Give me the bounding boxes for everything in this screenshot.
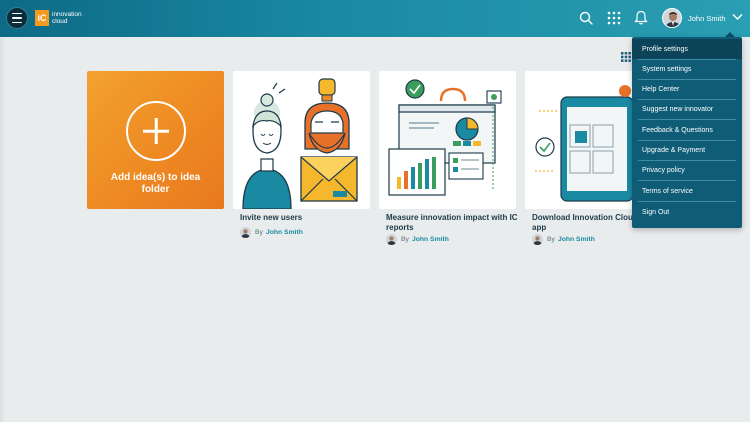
card-invite-users[interactable] [233,71,370,209]
plus-icon [126,101,186,161]
logo-text: innovation cloud [52,11,82,25]
menu-item-sign-out[interactable]: Sign Out [632,202,742,222]
by-label: By [547,236,555,243]
reports-illustration [388,79,502,196]
menu-icon-line [12,21,22,24]
logo-line2: cloud [52,18,68,25]
invite-users-illustration [242,78,358,209]
menu-item-help-center[interactable]: Help Center [632,79,742,99]
card-measure-impact[interactable] [379,71,516,209]
author-avatar-icon [386,234,397,245]
page-edge-shadow [0,37,6,422]
user-menu[interactable]: John Smith [662,8,726,28]
apps-grid-icon[interactable] [607,11,621,25]
logo-line1: innovation [52,11,82,18]
top-bar: iC innovation cloud John Smith [0,0,750,37]
logo-mark: iC [35,10,49,26]
author-avatar-icon [532,234,543,245]
by-label: By [255,229,263,236]
author-link[interactable]: John Smith [266,229,303,236]
card-byline: By John Smith [532,234,595,245]
menu-item-suggest-innovator[interactable]: Suggest new innovator [632,99,742,119]
menu-button[interactable] [6,7,28,29]
author-link[interactable]: John Smith [558,236,595,243]
card-byline: By John Smith [386,234,449,245]
by-label: By [401,236,409,243]
avatar [662,8,682,28]
avatar [386,234,397,245]
avatar [240,227,251,238]
app-logo[interactable]: iC innovation cloud [35,10,82,26]
menu-icon-line [12,17,22,19]
menu-item-feedback[interactable]: Feedback & Questions [632,120,742,140]
author-link[interactable]: John Smith [412,236,449,243]
menu-item-privacy-policy[interactable]: Privacy policy [632,160,742,180]
card-byline: By John Smith [240,227,303,238]
chevron-down-icon[interactable] [732,13,743,21]
search-icon[interactable] [579,11,593,25]
user-dropdown-menu: Profile settings System settings Help Ce… [632,32,742,228]
add-idea-card[interactable]: Add idea(s) to idea folder [87,71,224,209]
grid-view-icon[interactable] [621,52,631,62]
menu-item-upgrade-payment[interactable]: Upgrade & Payment [632,140,742,160]
card-title[interactable]: Invite new users [240,213,380,223]
card-title[interactable]: Measure innovation impact with IC report… [386,213,526,232]
user-name: John Smith [688,13,726,23]
menu-icon-line [12,12,22,15]
avatar-photo-icon [663,9,681,27]
bell-icon[interactable] [634,10,648,26]
author-avatar-icon [240,227,251,238]
menu-item-terms-of-service[interactable]: Terms of service [632,181,742,201]
menu-item-system-settings[interactable]: System settings [632,59,742,79]
add-idea-label: Add idea(s) to idea folder [110,172,201,195]
menu-item-profile-settings[interactable]: Profile settings [632,39,742,59]
avatar [532,234,543,245]
